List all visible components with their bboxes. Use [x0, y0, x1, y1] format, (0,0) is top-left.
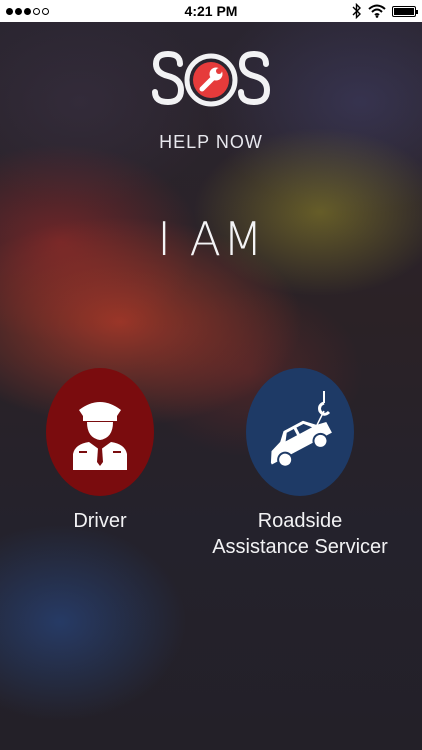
driver-option[interactable]: Driver: [40, 368, 160, 534]
driver-button[interactable]: [46, 368, 154, 496]
signal-strength-icon: [6, 7, 49, 15]
battery-icon: [392, 5, 418, 17]
driver-icon: [73, 402, 127, 470]
wifi-icon: [368, 4, 386, 18]
prompt-heading: I AM: [157, 212, 265, 266]
servicer-label: Roadside Assistance Servicer: [212, 510, 388, 558]
roadside-servicer-option[interactable]: Roadside Assistance Servicer: [195, 368, 405, 560]
servicer-button[interactable]: [246, 368, 354, 496]
tow-car-icon: [270, 391, 332, 468]
sos-logo: [152, 50, 271, 107]
status-bar: 4:21 PM: [0, 0, 422, 22]
bluetooth-icon: [352, 3, 361, 19]
tagline: HELP NOW: [159, 132, 263, 152]
driver-label: Driver: [73, 510, 127, 532]
